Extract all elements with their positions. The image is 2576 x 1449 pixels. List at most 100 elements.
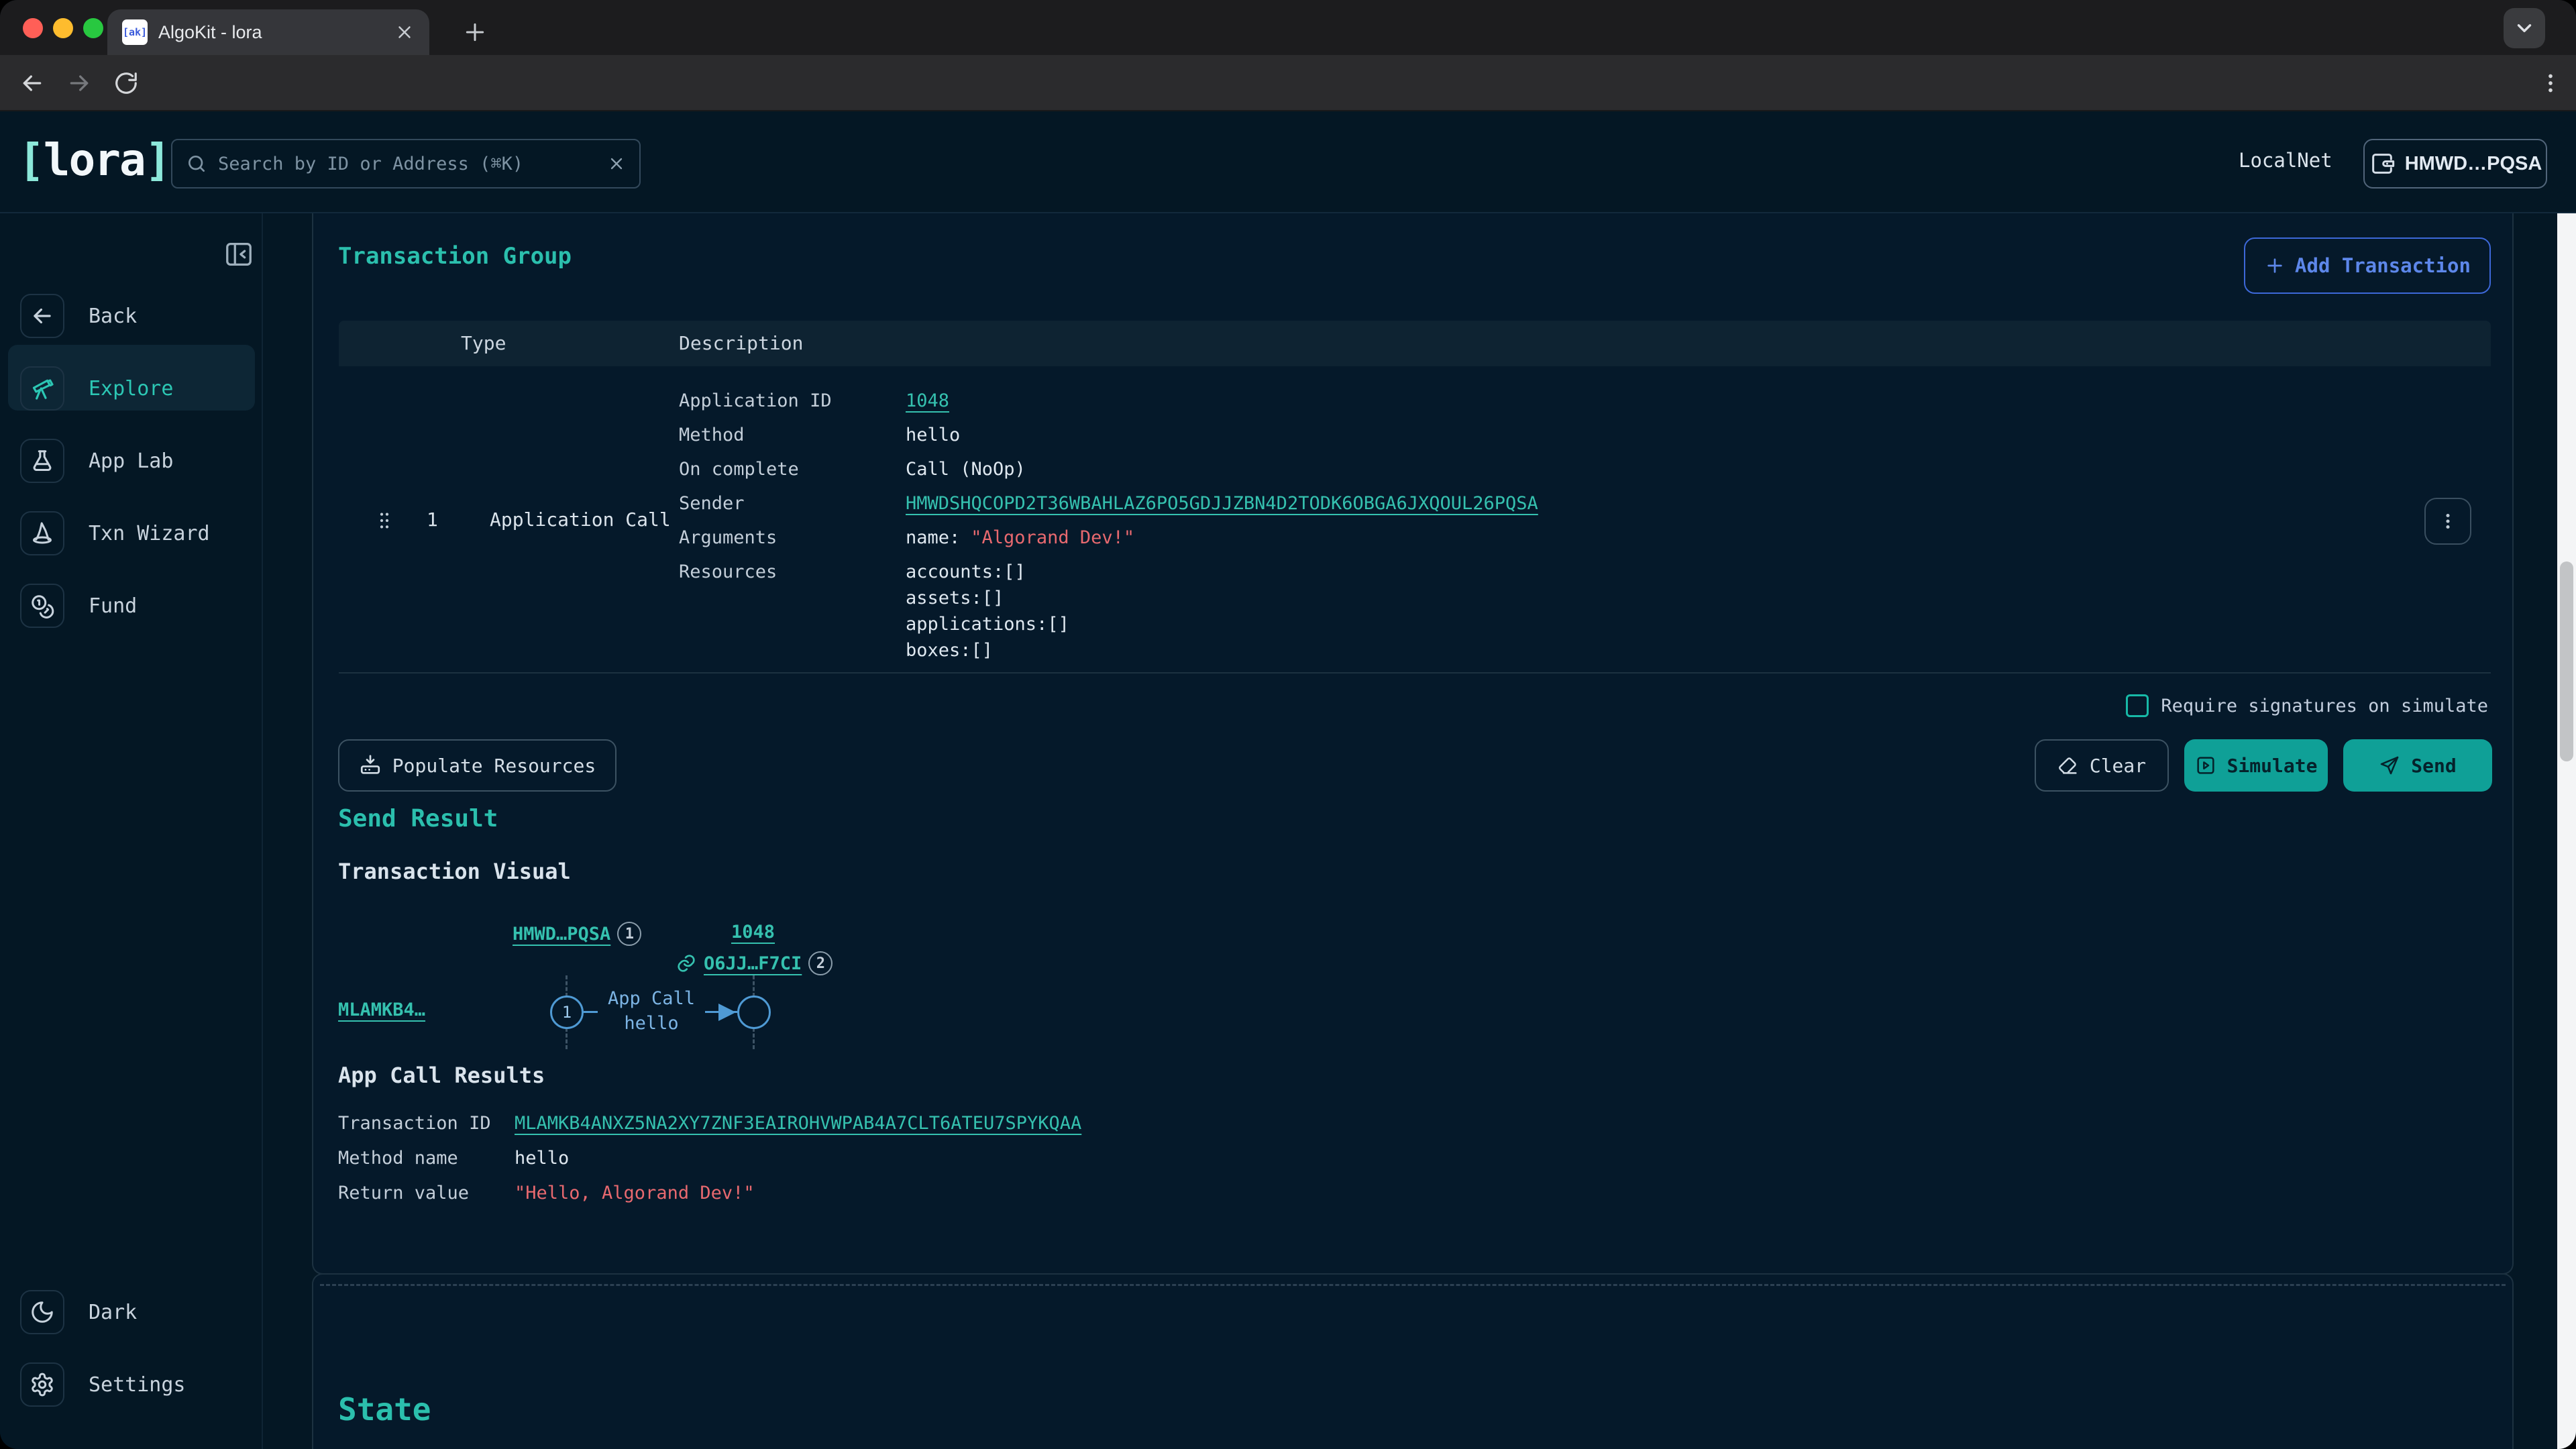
edge-label-type: App Call [598,986,705,1011]
browser-menu-button[interactable] [2537,70,2564,97]
resource-line: boxes:[] [906,637,1069,663]
require-signatures-label: Require signatures on simulate [2161,696,2488,716]
field-label: Application ID [679,388,906,415]
transaction-row-menu-button[interactable] [2424,498,2471,545]
lora-app: [lora] LocalNet HMWD…PQSA [0,111,2576,1449]
browser-reload-button[interactable] [113,70,140,97]
result-label: Method name [338,1148,515,1169]
resources-list: accounts:[] assets:[] applications:[] bo… [906,559,1069,663]
browser-tab-active[interactable]: [ak] AlgoKit - lora [107,9,429,55]
sidebar-item-label: Settings [89,1373,186,1397]
argument-value: "Algorand Dev!" [971,525,1134,551]
sidebar-item-explore[interactable]: Explore [20,366,173,411]
graph-edge-arrowhead [718,1004,736,1021]
transaction-row: 1 Application Call Application ID 1048 M… [339,366,2491,674]
graph-to-node[interactable] [737,996,771,1029]
forward-arrow-icon [66,70,93,97]
send-button[interactable]: Send [2343,739,2492,792]
new-tab-button[interactable] [460,17,490,47]
graph-group-link[interactable]: O6JJ…F7CI [704,953,802,974]
chevron-down-icon [2513,17,2536,40]
sidebar-item-back[interactable]: Back [20,294,137,338]
resource-line: applications:[] [906,611,1069,637]
sidebar-item-label: Txn Wizard [89,522,210,545]
clear-button[interactable]: Clear [2035,739,2169,792]
argument-key: name: [906,525,960,551]
add-transaction-button[interactable]: Add Transaction [2244,237,2491,294]
window-close-button[interactable] [23,18,43,38]
send-result-title: Send Result [338,805,498,833]
column-header-type: Type [461,332,506,354]
sender-address-link[interactable]: HMWDSHQCOPD2T36WBAHLAZ6PO5GDJJZBN4D2TODK… [906,490,1538,517]
tab-close-icon[interactable] [394,22,415,42]
window-minimize-button[interactable] [53,18,73,38]
kebab-menu-icon [2538,71,2563,95]
sidebar-collapse-button[interactable] [223,239,254,270]
graph-edge-label: App Call hello [598,986,705,1036]
clear-search-icon[interactable] [607,154,626,173]
sidebar-item-settings[interactable]: Settings [20,1362,186,1407]
application-id-link[interactable]: 1048 [906,388,949,415]
sidebar-item-txn-wizard[interactable]: Txn Wizard [20,511,210,555]
transaction-type: Application Call [490,508,671,531]
search-icon [186,153,207,174]
browser-forward-button[interactable] [66,70,93,97]
graph-group-row: O6JJ…F7CI 2 [676,951,833,975]
kebab-menu-icon [2436,510,2459,533]
page-scrollbar-thumb[interactable] [2560,561,2573,761]
field-label: Sender [679,490,906,517]
page-scrollbar-track[interactable] [2557,213,2576,1449]
graph-sender-column: HMWD…PQSA 1 [513,922,641,946]
tab-search-button[interactable] [2504,8,2545,48]
network-label[interactable]: LocalNet [2239,149,2332,172]
require-signatures-row: Require signatures on simulate [2126,691,2488,720]
window-maximize-button[interactable] [83,18,103,38]
dashed-divider [320,1284,2506,1286]
back-arrow-icon [19,70,46,97]
transaction-id-link[interactable]: MLAMKB4ANXZ5NA2XY7ZNF3EAIROHVWPAB4A7CLT6… [515,1113,1081,1134]
method-value: hello [906,422,960,449]
column-header-description: Description [679,332,803,354]
coins-icon [20,584,64,628]
sidebar-item-dark-mode[interactable]: Dark [20,1290,137,1334]
lora-logo[interactable]: [lora] [18,134,170,186]
browser-toolbar: lora.algokit.io/localnet/application/104… [0,55,2576,111]
search-input[interactable] [218,154,596,174]
on-complete-value: Call (NoOp) [906,456,1026,483]
field-label: Resources [679,559,906,586]
browser-tab-strip: [ak] AlgoKit - lora [0,0,2576,55]
flask-icon [20,439,64,483]
panel-collapse-icon [223,239,254,270]
tab-title: AlgoKit - lora [158,22,384,43]
transaction-group-title: Transaction Group [338,243,572,270]
sidebar-item-label: Dark [89,1301,137,1324]
graph-from-node[interactable]: 1 [550,996,584,1029]
reload-icon [113,70,139,96]
transaction-description: Application ID 1048 Method hello On comp… [679,384,1538,663]
sidebar-item-app-lab[interactable]: App Lab [20,439,173,483]
graph-transaction-link[interactable]: MLAMKB4… [338,1000,425,1020]
sidebar-item-label: Explore [89,377,173,400]
drag-handle-icon[interactable] [374,510,396,533]
return-value: "Hello, Algorand Dev!" [515,1183,755,1203]
transaction-index: 1 [427,508,438,531]
app-header: [lora] LocalNet HMWD…PQSA [0,111,2576,213]
browser-back-button[interactable] [19,70,46,97]
result-row-method-name: Method name hello [338,1144,569,1171]
graph-application-link[interactable]: 1048 [731,922,775,943]
graph-sender-badge: 1 [617,922,641,946]
wallet-button[interactable]: HMWD…PQSA [2363,139,2547,189]
result-row-return-value: Return value "Hello, Algorand Dev!" [338,1179,755,1206]
require-signatures-checkbox[interactable] [2126,694,2149,717]
graph-sender-link[interactable]: HMWD…PQSA [513,924,610,945]
populate-resources-button[interactable]: Populate Resources [338,739,616,792]
simulate-button[interactable]: Simulate [2184,739,2328,792]
arrow-left-icon [20,294,64,338]
transaction-visual-title: Transaction Visual [338,859,571,884]
app-call-results-title: App Call Results [338,1063,545,1088]
graph-transaction-row-label: MLAMKB4… [338,1000,425,1020]
global-search[interactable] [171,139,641,189]
sidebar-item-fund[interactable]: Fund [20,584,137,628]
logo-bracket-right: ] [145,134,170,186]
result-label: Transaction ID [338,1113,515,1134]
